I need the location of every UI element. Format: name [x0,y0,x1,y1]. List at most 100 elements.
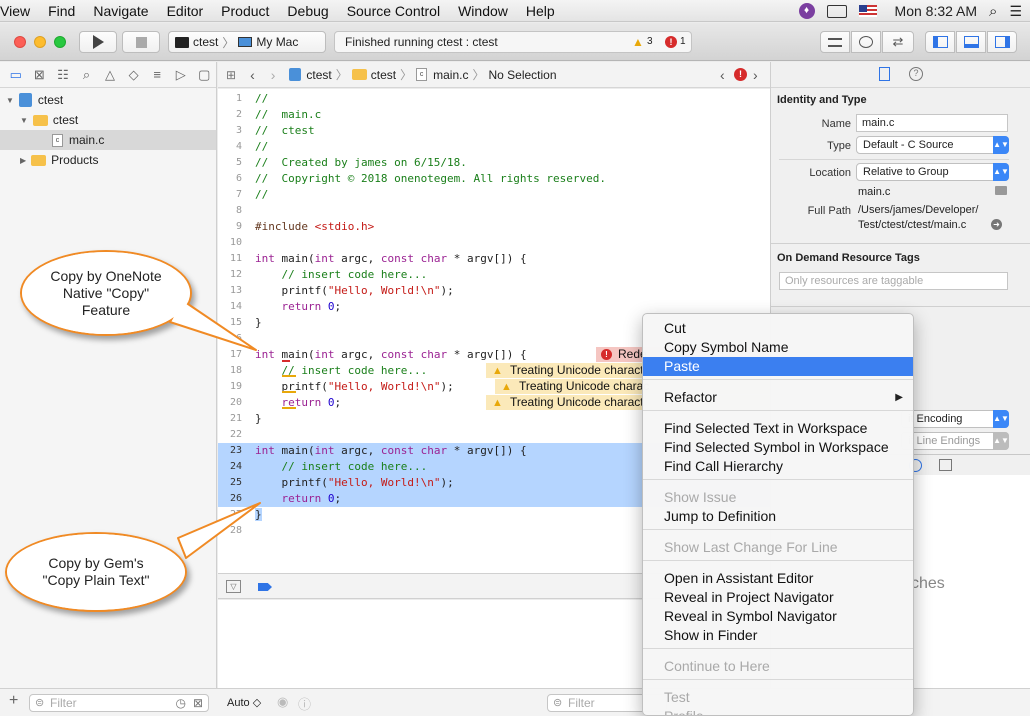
quick-help-icon[interactable]: ? [909,67,923,81]
tree-products-row[interactable]: ▶ Products [0,150,216,170]
info-icon[interactable]: ⓘ [298,694,311,713]
recent-files-icon[interactable]: ◷ [176,695,186,711]
menu-item-find-selected-text-in-workspace[interactable]: Find Selected Text in Workspace [643,419,913,438]
tree-group-row[interactable]: ▼ ctest [0,110,216,130]
code-line[interactable]: 13 printf("Hello, World!\n"); [218,283,770,299]
jumpbar-group[interactable]: ctest [371,68,396,82]
issue-tab-icon[interactable]: △ [98,67,122,83]
text-encoding-popup[interactable]: it Encoding ▲▼ [901,410,1009,428]
menu-item-reveal-in-symbol-navigator[interactable]: Reveal in Symbol Navigator [643,607,913,626]
tree-project-row[interactable]: ▼ ctest [0,90,216,110]
prev-issue-icon[interactable]: ‹ [720,67,725,83]
menu-debug[interactable]: Debug [278,3,337,19]
jumpbar-symbol[interactable]: No Selection [488,68,556,82]
code-line[interactable]: 9 #include <stdio.h> [218,219,770,235]
line-endings-popup[interactable]: it Line Endings ▲▼ [901,432,1009,450]
menu-item-find-selected-symbol-in-workspace[interactable]: Find Selected Symbol in Workspace [643,438,913,457]
menu-item-cut[interactable]: Cut [643,319,913,338]
test-tab-icon[interactable]: ◇ [122,67,146,83]
code-line[interactable]: 6 // Copyright © 2018 onenotegem. All rig… [218,171,770,187]
navigator-filter-field[interactable]: ⊜ Filter ◷ ⊠ [29,694,209,712]
gem-menu-icon[interactable]: ♦ [798,3,815,19]
symbol-tab-icon[interactable]: ☷ [51,67,75,83]
menu-view[interactable]: View [0,3,39,19]
tree-file-row[interactable]: c main.c [0,130,216,150]
warning-icon[interactable]: ▲ [632,35,644,49]
version-editor-button[interactable]: ⇄ [882,31,914,53]
display-icon[interactable] [826,4,847,18]
toggle-debug-area-button[interactable] [956,31,986,53]
toggle-navigator-button[interactable] [925,31,955,53]
menu-product[interactable]: Product [212,3,278,19]
next-issue-icon[interactable]: › [753,67,758,83]
variables-scope-select[interactable]: Auto ◇ [227,696,261,709]
menu-item-open-in-assistant-editor[interactable]: Open in Assistant Editor [643,569,913,588]
find-tab-icon[interactable]: ⌕ [75,67,99,83]
flag-icon[interactable] [858,5,877,17]
zoom-window-button[interactable] [54,36,66,48]
run-button[interactable] [79,31,117,53]
menu-item-paste[interactable]: Paste [643,357,913,376]
menu-help[interactable]: Help [517,3,564,19]
error-icon[interactable]: ! [665,36,677,48]
error-count[interactable]: 1 [680,36,686,47]
warning-count[interactable]: 3 [647,36,653,47]
breakpoints-toggle-icon[interactable] [258,583,272,591]
issue-error-icon[interactable]: ! [734,68,747,81]
odr-tags-field[interactable]: Only resources are taggable [779,272,1008,290]
menu-item-find-call-hierarchy[interactable]: Find Call Hierarchy [643,457,913,476]
assistant-editor-button[interactable] [851,31,881,53]
scm-filter-icon[interactable]: ⊠ [193,695,203,711]
jumpbar-file[interactable]: main.c [433,68,468,82]
jumpbar-project[interactable]: ctest [306,68,331,82]
menu-navigate[interactable]: Navigate [84,3,157,19]
related-items-icon[interactable]: ⊞ [226,68,236,82]
code-line[interactable]: 12 // insert code here... [218,267,770,283]
hide-debug-area-icon[interactable]: ▽ [226,580,241,593]
add-file-icon[interactable]: + [9,692,18,710]
type-popup[interactable]: Default - C Source ▲▼ [856,136,1009,154]
menu-item-copy-symbol-name[interactable]: Copy Symbol Name [643,338,913,357]
toggle-inspector-button[interactable] [987,31,1017,53]
menu-window[interactable]: Window [449,3,517,19]
code-line[interactable]: 8 [218,203,770,219]
forward-arrow-icon[interactable]: › [271,67,276,83]
notification-center-icon[interactable]: ☰ [1009,3,1022,20]
stop-button[interactable] [122,31,160,53]
media-library-icon[interactable] [939,459,952,471]
menu-item-reveal-in-project-navigator[interactable]: Reveal in Project Navigator [643,588,913,607]
name-field[interactable]: main.c [856,114,1008,132]
code-line[interactable]: 1 // [218,91,770,107]
debug-tab-icon[interactable]: ≡ [145,67,169,82]
clock[interactable]: Mon 8:32 AM [895,3,978,19]
report-tab-icon[interactable]: ▢ [193,67,217,83]
code-line[interactable]: 10 [218,235,770,251]
code-line[interactable]: 4 // [218,139,770,155]
reveal-arrow-icon[interactable]: ➜ [991,219,1002,230]
menu-source-control[interactable]: Source Control [338,3,449,19]
quick-look-icon[interactable]: ◉ [277,694,288,710]
spotlight-icon[interactable]: ⌕ [989,3,997,20]
activity-viewer[interactable]: Finished running ctest : ctest ▲ 3 ! 1 [334,31,692,53]
folder-tab-icon[interactable]: ▭ [4,67,28,83]
menu-find[interactable]: Find [39,3,84,19]
breakpoint-tab-icon[interactable]: ▷ [169,67,193,83]
standard-editor-button[interactable] [820,31,850,53]
scheme-selector[interactable]: ctest 〉 My Mac [168,31,326,53]
code-line[interactable]: 7 // [218,187,770,203]
back-arrow-icon[interactable]: ‹ [250,67,255,83]
minimize-window-button[interactable] [34,36,46,48]
code-line[interactable]: 11 int main(int argc, const char * argv[]… [218,251,770,267]
menu-item-refactor[interactable]: Refactor ▶ [643,388,913,407]
menu-item-show-in-finder[interactable]: Show in Finder [643,626,913,645]
location-popup[interactable]: Relative to Group ▲▼ [856,163,1009,181]
file-inspector-icon[interactable] [879,67,890,81]
code-line[interactable]: 5 // Created by james on 6/15/18. [218,155,770,171]
source-control-tab-icon[interactable]: ⊠ [28,67,52,83]
menu-editor[interactable]: Editor [158,3,213,19]
choose-folder-icon[interactable] [995,186,1007,195]
menu-item-jump-to-definition[interactable]: Jump to Definition [643,507,913,526]
code-line[interactable]: 3 // ctest [218,123,770,139]
code-line[interactable]: 2 // main.c [218,107,770,123]
close-window-button[interactable] [14,36,26,48]
